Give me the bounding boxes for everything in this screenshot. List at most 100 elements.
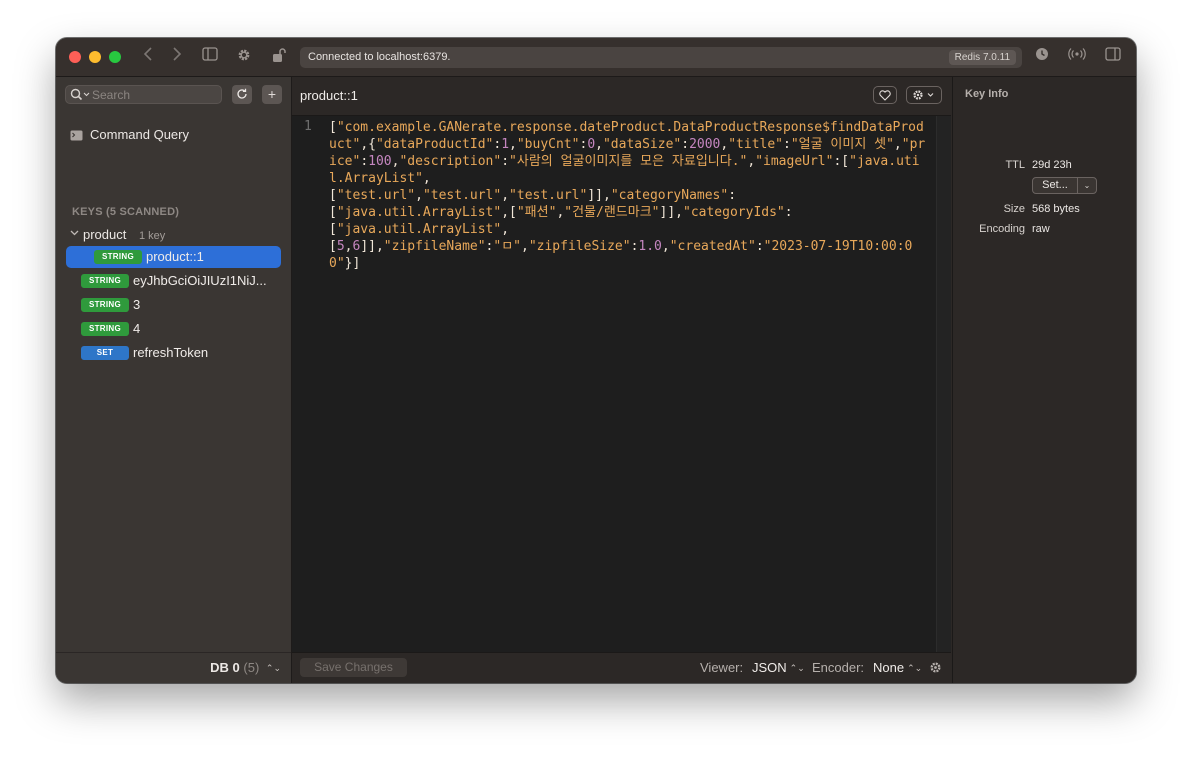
- key-group-count: 1 key: [139, 230, 166, 242]
- gear-icon[interactable]: [235, 47, 253, 67]
- json-punctuation: :: [783, 137, 791, 152]
- viewer-value: JSON: [752, 660, 787, 675]
- type-badge: STRING: [81, 274, 129, 288]
- key-group-name: product: [83, 227, 127, 242]
- connection-status-text: Connected to localhost:6379.: [308, 51, 451, 63]
- json-number: 1: [501, 137, 510, 152]
- inspector-toggle-icon[interactable]: [1104, 47, 1122, 67]
- json-string: "zipfileName": [383, 239, 486, 254]
- json-string: "사람의 얼굴이미지를 모은 자료입니다.": [509, 154, 748, 169]
- json-punctuation: ,: [509, 137, 517, 152]
- json-punctuation: :: [360, 154, 369, 169]
- encoder-label: Encoder:: [812, 660, 865, 675]
- json-punctuation: [: [329, 120, 337, 135]
- json-number: 100: [368, 154, 392, 169]
- type-badge: STRING: [81, 322, 129, 336]
- type-badge: STRING: [81, 298, 129, 312]
- save-changes-button[interactable]: Save Changes: [300, 658, 407, 677]
- json-punctuation: ,: [893, 137, 902, 152]
- ttl-label: TTL: [1005, 159, 1025, 171]
- json-punctuation: ,: [595, 137, 603, 152]
- json-string: "얼굴 이미지 셋": [790, 137, 894, 152]
- set-ttl-button[interactable]: Set... ⌄: [1032, 177, 1097, 194]
- sidebar-footer: DB 0 (5) ⌃⌄: [56, 652, 291, 683]
- key-row-refresh-token[interactable]: SET refreshToken: [66, 342, 281, 364]
- json-punctuation: ,: [747, 154, 756, 169]
- database-selector[interactable]: DB 0 (5) ⌃⌄: [210, 660, 281, 676]
- unlock-icon[interactable]: [270, 47, 288, 67]
- json-string: "description": [399, 154, 502, 169]
- json-string: "categoryIds": [683, 205, 785, 220]
- history-clock-icon[interactable]: [1033, 47, 1051, 67]
- app-window: Connected to localhost:6379. Redis 7.0.1…: [56, 38, 1136, 683]
- json-string: "buyCnt": [516, 137, 580, 152]
- json-number: 2000: [689, 137, 721, 152]
- search-field[interactable]: [65, 85, 222, 104]
- key-info-title: Key Info: [965, 88, 1009, 100]
- plus-icon: +: [267, 86, 277, 102]
- key-row-token[interactable]: STRING eyJhbGciOiJIUzI1NiJ...: [66, 270, 281, 292]
- minimize-window-button[interactable]: [89, 51, 101, 63]
- key-name: eyJhbGciOiJIUzI1NiJ...: [133, 273, 267, 288]
- key-row-3[interactable]: STRING 3: [66, 294, 281, 316]
- key-row-4[interactable]: STRING 4: [66, 318, 281, 340]
- json-string: "test.url": [422, 188, 502, 203]
- line-number: 1: [304, 119, 312, 134]
- favorite-button[interactable]: [873, 86, 897, 104]
- json-punctuation: ]],: [360, 239, 384, 254]
- json-punctuation: }]: [344, 256, 361, 271]
- editor-scrollbar[interactable]: [936, 116, 951, 653]
- set-ttl-label: Set...: [1033, 178, 1078, 193]
- json-string: "건물/랜드마크": [564, 205, 660, 220]
- zoom-window-button[interactable]: [109, 51, 121, 63]
- editor-settings-gear-icon[interactable]: [929, 661, 942, 678]
- encoding-value: raw: [1032, 223, 1050, 235]
- gear-icon: [913, 90, 934, 100]
- key-row-product-1[interactable]: STRING product::1: [66, 246, 281, 268]
- json-punctuation: ,{: [360, 137, 376, 152]
- database-label: DB 0: [210, 660, 240, 675]
- chevron-down-icon[interactable]: [70, 228, 79, 240]
- key-actions-menu[interactable]: [906, 86, 942, 104]
- json-string: "dataProductId": [375, 137, 494, 152]
- code-editor[interactable]: 1 ["com.example.GANerate.response.datePr…: [292, 116, 951, 653]
- back-arrow-icon[interactable]: [140, 47, 156, 67]
- json-punctuation: :: [501, 154, 510, 169]
- key-info-panel: Key Info TTL 29d 23h Set... ⌄ Size 568 b…: [952, 77, 1136, 683]
- json-punctuation: ,[: [501, 205, 517, 220]
- json-string: "test.url": [509, 188, 588, 203]
- json-string: "title": [728, 137, 784, 152]
- json-string: "java.util.ArrayList": [336, 205, 502, 220]
- viewer-select[interactable]: JSON ⌃⌄: [752, 660, 805, 676]
- updown-chevron-icon: ⌃⌄: [789, 663, 805, 673]
- connection-status-field: Connected to localhost:6379. Redis 7.0.1…: [300, 47, 1022, 68]
- json-punctuation: :[: [833, 154, 850, 169]
- forward-arrow-icon[interactable]: [169, 47, 185, 67]
- updown-chevron-icon: ⌃⌄: [907, 663, 923, 673]
- command-query-label: Command Query: [90, 127, 189, 142]
- close-window-button[interactable]: [69, 51, 81, 63]
- chevron-down-icon[interactable]: ⌄: [1078, 178, 1096, 193]
- type-badge: STRING: [94, 250, 142, 264]
- broadcast-icon[interactable]: [1067, 47, 1087, 67]
- keys-sidebar: + Command Query KEYS (5 SCANNED) product…: [56, 77, 292, 683]
- key-name: refreshToken: [133, 345, 209, 360]
- json-string: "패션": [516, 205, 557, 220]
- sidebar-toggle-icon[interactable]: [201, 47, 219, 67]
- json-value-text[interactable]: ["com.example.GANerate.response.dateProd…: [329, 119, 931, 272]
- json-string: "dataSize": [602, 137, 682, 152]
- json-punctuation: ]],: [659, 205, 683, 220]
- updown-chevron-icon: ⌃⌄: [265, 663, 281, 673]
- encoder-select[interactable]: None ⌃⌄: [873, 660, 922, 676]
- search-input[interactable]: [92, 86, 217, 103]
- keys-section-title: KEYS (5 SCANNED): [72, 206, 180, 218]
- refresh-button[interactable]: [232, 85, 252, 104]
- json-punctuation: ,: [521, 239, 529, 254]
- json-punctuation: :: [755, 239, 764, 254]
- json-string: "ㅁ": [493, 239, 521, 254]
- viewer-label: Viewer:: [700, 660, 744, 675]
- add-key-button[interactable]: +: [262, 85, 282, 104]
- json-string: "test.url": [336, 188, 416, 203]
- encoder-value: None: [873, 660, 905, 675]
- refresh-icon: [237, 88, 247, 99]
